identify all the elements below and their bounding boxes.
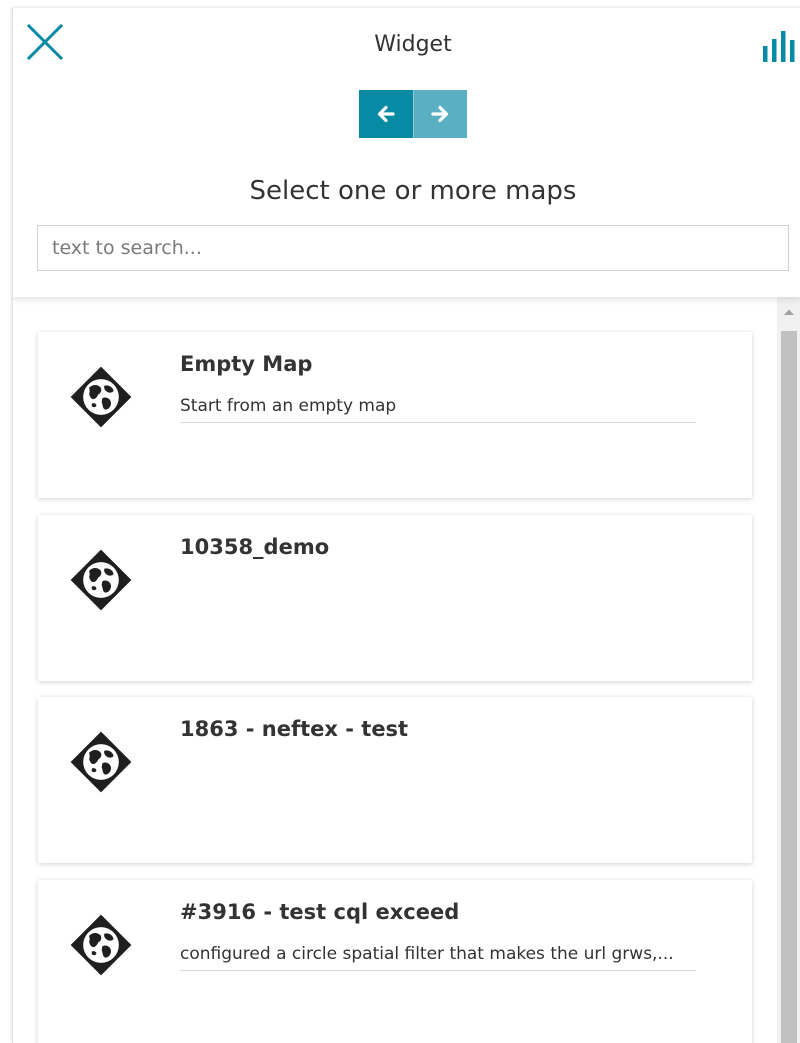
map-title: 1863 - neftex - test xyxy=(180,717,409,741)
map-description: configured a circle spatial filter that … xyxy=(180,944,696,971)
page-title: Widget xyxy=(374,32,452,57)
map-title: #3916 - test cql exceed xyxy=(180,900,460,924)
globe-icon xyxy=(70,731,132,793)
select-maps-label: Select one or more maps xyxy=(249,176,577,206)
map-card-3916-test-cql-exceed[interactable]: #3916 - test cql exceed configured a cir… xyxy=(38,880,752,1043)
map-description: Start from an empty map xyxy=(180,396,696,423)
bar-chart-icon xyxy=(763,31,795,62)
step-navigation xyxy=(359,90,467,138)
next-button[interactable] xyxy=(412,90,467,138)
globe-icon xyxy=(70,914,132,976)
widget-panel: Widget Select one or more maps text to s… xyxy=(12,8,800,1043)
widget-header: Widget Select one or more maps xyxy=(13,8,800,297)
globe-icon xyxy=(70,549,132,611)
map-title: 10358_demo xyxy=(180,535,330,559)
arrow-left-icon xyxy=(377,105,395,123)
chart-button[interactable] xyxy=(761,28,800,64)
scroll-up-button[interactable] xyxy=(777,297,800,327)
arrow-right-icon xyxy=(431,105,449,123)
map-list: Empty Map Start from an empty map 10358_… xyxy=(13,297,777,1043)
map-card-1863-neftex-test[interactable]: 1863 - neftex - test xyxy=(38,697,752,863)
globe-icon xyxy=(70,366,132,428)
scrollbar[interactable] xyxy=(777,297,800,1043)
search-input[interactable] xyxy=(37,225,789,271)
map-card-empty-map[interactable]: Empty Map Start from an empty map xyxy=(38,332,752,498)
back-button[interactable] xyxy=(359,90,413,138)
triangle-up-icon xyxy=(784,309,794,315)
scrollbar-thumb[interactable] xyxy=(781,331,797,1043)
map-card-10358-demo[interactable]: 10358_demo xyxy=(38,515,752,681)
map-title: Empty Map xyxy=(180,352,313,376)
